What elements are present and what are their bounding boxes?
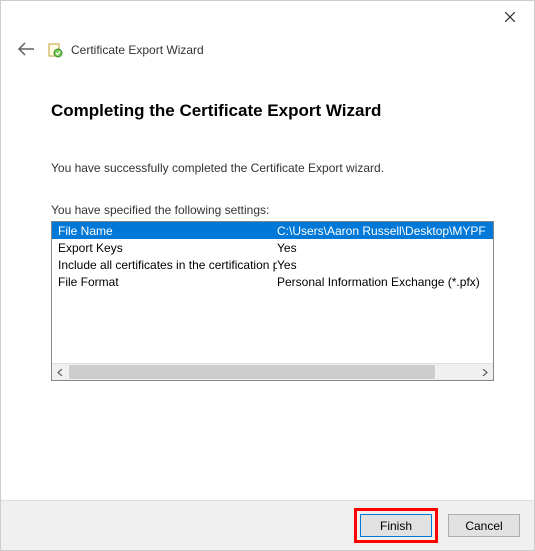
settings-row-label: File Format bbox=[52, 275, 277, 289]
close-icon bbox=[505, 12, 515, 22]
success-message: You have successfully completed the Cert… bbox=[51, 161, 494, 175]
scrollbar-thumb[interactable] bbox=[69, 365, 435, 379]
cancel-button[interactable]: Cancel bbox=[448, 514, 520, 537]
settings-row-value: C:\Users\Aaron Russell\Desktop\MYPF bbox=[277, 224, 493, 238]
settings-row-label: File Name bbox=[52, 224, 277, 238]
settings-list: File Name C:\Users\Aaron Russell\Desktop… bbox=[51, 221, 494, 381]
settings-row[interactable]: Export Keys Yes bbox=[52, 239, 493, 256]
settings-row[interactable]: Include all certificates in the certific… bbox=[52, 256, 493, 273]
horizontal-scrollbar[interactable] bbox=[52, 363, 493, 380]
wizard-header: Certificate Export Wizard bbox=[13, 39, 204, 61]
finish-button[interactable]: Finish bbox=[360, 514, 432, 537]
settings-intro: You have specified the following setting… bbox=[51, 203, 494, 217]
finish-highlight: Finish bbox=[354, 508, 438, 543]
page-heading: Completing the Certificate Export Wizard bbox=[51, 101, 494, 121]
settings-row-label: Export Keys bbox=[52, 241, 277, 255]
scroll-right-button[interactable] bbox=[476, 364, 493, 380]
close-button[interactable] bbox=[494, 5, 526, 29]
wizard-title: Certificate Export Wizard bbox=[71, 43, 204, 57]
settings-row-label: Include all certificates in the certific… bbox=[52, 258, 277, 272]
settings-table[interactable]: File Name C:\Users\Aaron Russell\Desktop… bbox=[52, 222, 493, 363]
settings-row-value: Personal Information Exchange (*.pfx) bbox=[277, 275, 493, 289]
chevron-right-icon bbox=[481, 369, 488, 376]
settings-row[interactable]: File Name C:\Users\Aaron Russell\Desktop… bbox=[52, 222, 493, 239]
settings-row-value: Yes bbox=[277, 258, 493, 272]
back-button[interactable] bbox=[13, 39, 39, 61]
wizard-content: Completing the Certificate Export Wizard… bbox=[51, 101, 494, 381]
chevron-left-icon bbox=[57, 369, 64, 376]
scrollbar-track[interactable] bbox=[69, 364, 476, 380]
settings-row-value: Yes bbox=[277, 241, 493, 255]
certificate-wizard-icon bbox=[47, 42, 63, 58]
back-arrow-icon bbox=[17, 42, 35, 56]
settings-row[interactable]: File Format Personal Information Exchang… bbox=[52, 273, 493, 290]
dialog-footer: Finish Cancel bbox=[1, 500, 534, 550]
scroll-left-button[interactable] bbox=[52, 364, 69, 380]
